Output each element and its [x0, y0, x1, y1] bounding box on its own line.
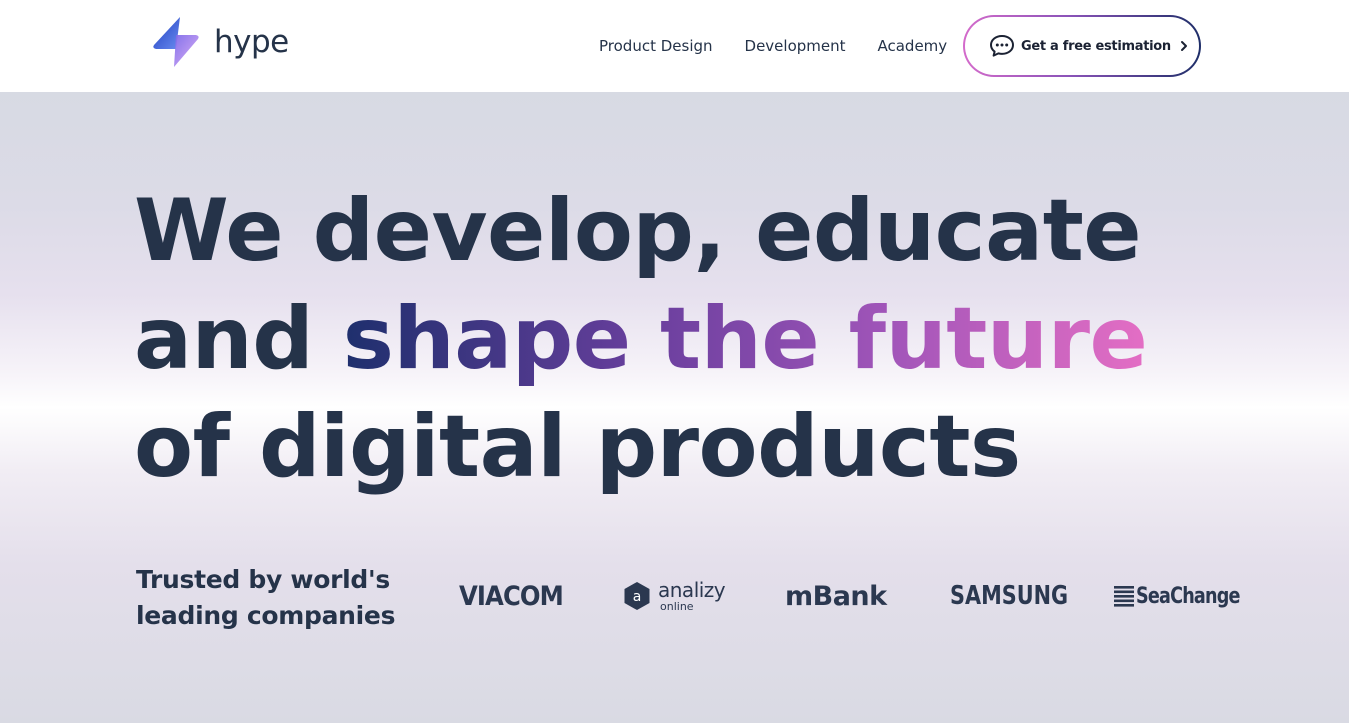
- get-estimation-button-inner: Get a free estimation: [965, 17, 1199, 75]
- viacom-logo-text: VIACOM: [459, 580, 564, 612]
- seachange-stripes-icon: [1114, 586, 1134, 607]
- trusted-line-2: leading companies: [136, 601, 396, 630]
- get-estimation-label: Get a free estimation: [1021, 38, 1171, 54]
- nav-item-product-design[interactable]: Product Design: [599, 37, 713, 55]
- main-nav: Product Design Development Academy: [599, 36, 947, 56]
- lightning-bolt-logo-icon: [153, 17, 199, 67]
- analizy-logo-subtext: online: [660, 600, 694, 613]
- headline-line-2-plain: and: [134, 289, 314, 389]
- client-logos: VIACOM a analizy online mBank SAMSUNG Se…: [459, 572, 1240, 620]
- seachange-logo-text: SeaChange: [1136, 583, 1240, 609]
- seachange-logo: SeaChange: [1114, 572, 1266, 620]
- nav-item-academy[interactable]: Academy: [878, 37, 948, 55]
- analizy-hexagon-icon: a: [624, 582, 650, 610]
- hero-headline: We develop, educate and shape the future…: [134, 177, 1148, 501]
- mbank-logo: mBank: [785, 572, 887, 620]
- viacom-logo: VIACOM: [459, 572, 564, 620]
- nav-item-development[interactable]: Development: [745, 37, 846, 55]
- samsung-logo: SAMSUNG: [950, 572, 1068, 620]
- mbank-logo-text: mBank: [785, 580, 887, 612]
- headline-line-3: of digital products: [134, 397, 1021, 497]
- headline-line-1: We develop, educate: [134, 181, 1142, 281]
- trusted-line-1: Trusted by world's: [136, 565, 390, 594]
- analizy-logo-text: analizy online: [658, 578, 726, 613]
- headline-line-2: and shape the future: [134, 285, 1148, 393]
- analizy-logo-name: analizy: [658, 578, 726, 602]
- analizy-badge-letter: a: [633, 589, 642, 605]
- hype-logo[interactable]: hype: [150, 15, 289, 69]
- headline-highlight: shape the future: [342, 289, 1148, 389]
- site-header: hype Product Design Development Academy …: [0, 0, 1349, 92]
- trusted-by-heading: Trusted by world's leading companies: [136, 562, 395, 634]
- chat-bubble-icon: [990, 35, 1014, 57]
- samsung-logo-text: SAMSUNG: [950, 581, 1069, 611]
- chevron-right-icon: [1180, 41, 1187, 51]
- get-estimation-button[interactable]: Get a free estimation: [963, 15, 1201, 77]
- analizy-logo: a analizy online: [622, 572, 726, 620]
- logo-text: hype: [214, 24, 289, 60]
